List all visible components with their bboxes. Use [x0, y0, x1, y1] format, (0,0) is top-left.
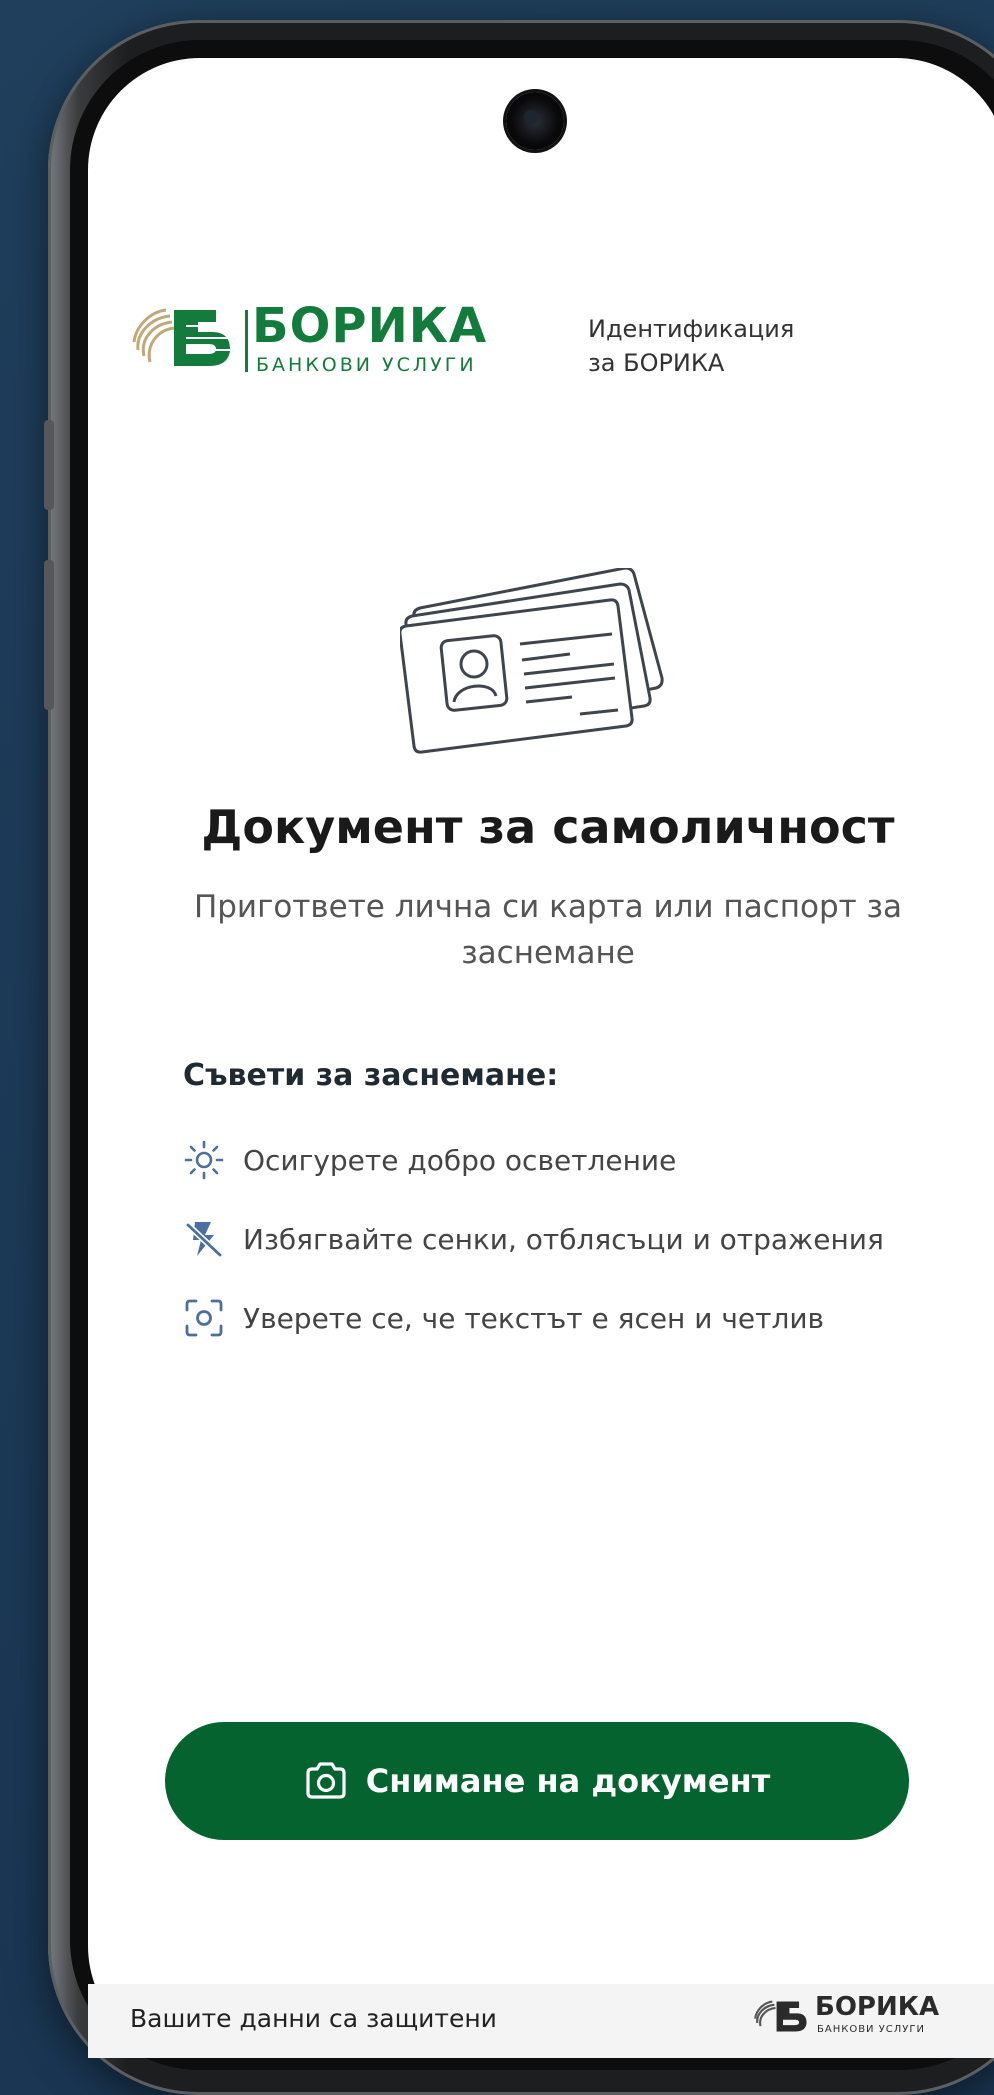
sun-icon: [184, 1140, 224, 1180]
header: БОРИКА БАНКОВИ УСЛУГИ Идентификация за Б…: [130, 298, 870, 384]
footer: Вашите данни са защитени БОРИКА БАНКОВИ …: [88, 1984, 994, 2058]
borica-logo: БОРИКА БАНКОВИ УСЛУГИ: [130, 298, 486, 376]
footer-borica-logo: БОРИКА БАНКОВИ УСЛУГИ: [753, 1992, 953, 2042]
page-subtitle: Пригответе лична си карта или паспорт за…: [193, 889, 903, 971]
tips-list: Осигурете добро осветление Избягвайте се…: [183, 1140, 943, 1377]
id-cards-illustration: [400, 568, 664, 754]
borica-emblem-icon: [754, 2000, 807, 2032]
footer-logo-subtitle: БАНКОВИ УСЛУГИ: [817, 2024, 925, 2035]
logo-subtitle: БАНКОВИ УСЛУГИ: [256, 354, 477, 376]
device-stage: БОРИКА БАНКОВИ УСЛУГИ Идентификация за Б…: [0, 0, 994, 2095]
footer-security-text: Вашите данни са защитени: [130, 2004, 497, 2033]
tip-text: Осигурете добро осветление: [243, 1143, 677, 1177]
header-caption: Идентификация за БОРИКА: [588, 312, 794, 380]
logo-title: БОРИКА: [252, 298, 488, 354]
tips-heading: Съвети за заснемане:: [183, 1058, 559, 1093]
footer-logo-title: БОРИКА: [815, 1992, 940, 2022]
page-title: Документ за самоличност: [201, 800, 895, 854]
capture-document-button[interactable]: Снимане на документ: [165, 1722, 909, 1840]
camera-icon: [306, 1762, 346, 1799]
logo-divider: [245, 310, 248, 372]
tip-focus: Уверете се, че текстът е ясен и четлив: [183, 1298, 943, 1338]
caption-line-1: Идентификация: [588, 315, 795, 343]
focus-camera-icon: [185, 1299, 223, 1337]
caption-line-2: за БОРИКА: [588, 349, 725, 377]
tip-lighting: Осигурете добро осветление: [183, 1140, 943, 1180]
tip-text: Уверете се, че текстът е ясен и четлив: [243, 1301, 825, 1335]
tip-text: Избягвайте сенки, отблясъци и отражения: [243, 1222, 884, 1256]
no-flash-icon: [185, 1222, 223, 1258]
power-button: [44, 560, 54, 710]
capture-button-label: Снимане на документ: [365, 1762, 771, 1800]
front-camera: [506, 92, 564, 150]
tip-shadows: Избягвайте сенки, отблясъци и отражения: [183, 1219, 943, 1259]
borica-emblem-icon: [132, 308, 230, 366]
volume-button: [44, 420, 54, 510]
